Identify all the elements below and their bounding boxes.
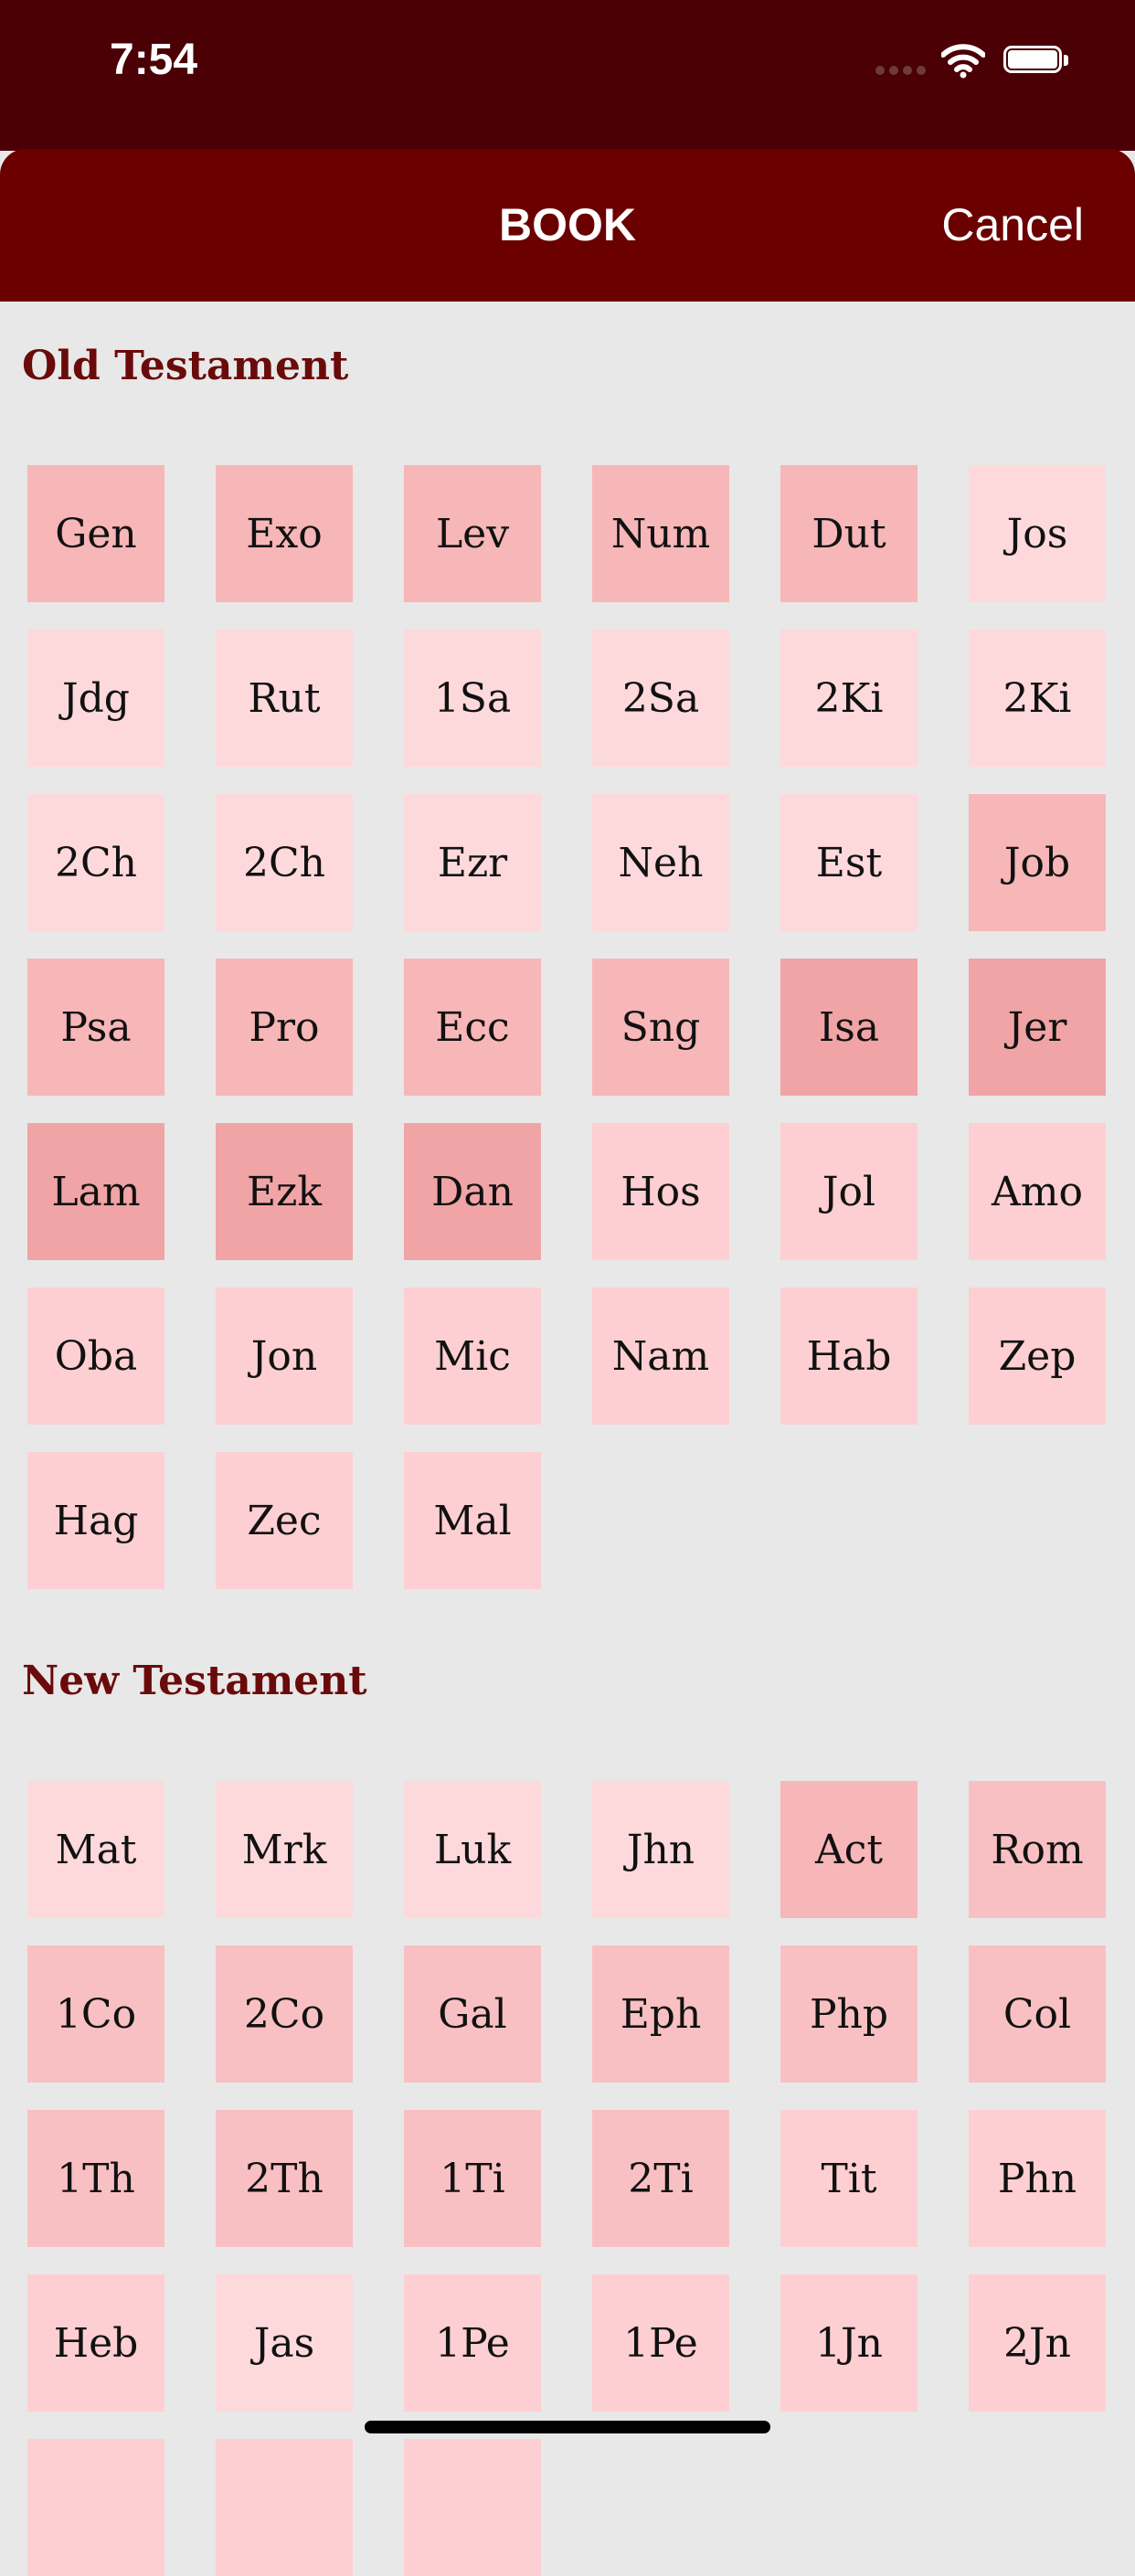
book-button[interactable]: Jon	[216, 1288, 353, 1425]
book-button[interactable]: Jos	[969, 465, 1106, 602]
book-button[interactable]: Jhn	[592, 1781, 729, 1918]
book-button[interactable]: Act	[780, 1781, 918, 1918]
cancel-button[interactable]: Cancel	[941, 149, 1084, 302]
book-button[interactable]: Gal	[404, 1945, 541, 2083]
book-button[interactable]: Phn	[969, 2110, 1106, 2247]
book-button[interactable]: Heb	[27, 2274, 164, 2412]
book-button[interactable]: Hag	[27, 1452, 164, 1589]
book-button[interactable]: Num	[592, 465, 729, 602]
book-button[interactable]: Ezr	[404, 794, 541, 931]
old-testament-grid: Gen Exo Lev Num Dut Jos Jdg Rut 1Sa 2Sa 2Ki 2Ki 2Ch 2…	[27, 465, 1108, 1589]
book-button[interactable]: 1Ti	[404, 2110, 541, 2247]
home-indicator[interactable]	[365, 2421, 770, 2433]
status-time: 7:54	[110, 36, 198, 84]
book-button[interactable]: 2Co	[216, 1945, 353, 2083]
book-button[interactable]: Php	[780, 1945, 918, 2083]
new-testament-heading: New Testament	[22, 1658, 367, 1704]
book-button[interactable]: Tit	[780, 2110, 918, 2247]
book-button[interactable]: Jer	[969, 959, 1106, 1096]
book-button[interactable]: 2Th	[216, 2110, 353, 2247]
book-button[interactable]: Dan	[404, 1123, 541, 1260]
book-button[interactable]: 2Ti	[592, 2110, 729, 2247]
book-button[interactable]: 2Ki	[969, 630, 1106, 767]
book-button[interactable]: Rom	[969, 1781, 1106, 1918]
book-button[interactable]: Mat	[27, 1781, 164, 1918]
book-button[interactable]: Mrk	[216, 1781, 353, 1918]
book-button[interactable]: Mal	[404, 1452, 541, 1589]
wifi-icon	[941, 44, 985, 79]
book-button[interactable]: Zec	[216, 1452, 353, 1589]
book-button[interactable]: 1Jn	[780, 2274, 918, 2412]
book-button[interactable]: Hos	[592, 1123, 729, 1260]
book-button[interactable]: Lev	[404, 465, 541, 602]
book-button[interactable]: Jas	[216, 2274, 353, 2412]
book-button[interactable]: Lam	[27, 1123, 164, 1260]
book-button[interactable]	[27, 2439, 164, 2576]
book-button[interactable]	[216, 2439, 353, 2576]
book-button[interactable]: Psa	[27, 959, 164, 1096]
book-button[interactable]: 2Jn	[969, 2274, 1106, 2412]
book-button[interactable]: Gen	[27, 465, 164, 602]
book-button[interactable]: Amo	[969, 1123, 1106, 1260]
new-testament-grid: Mat Mrk Luk Jhn Act Rom 1Co 2Co Gal Eph Php Col 1Th 2…	[27, 1781, 1108, 2576]
book-button[interactable]: 2Ch	[216, 794, 353, 931]
book-button[interactable]: Sng	[592, 959, 729, 1096]
book-button[interactable]: Job	[969, 794, 1106, 931]
cellular-signal-icon	[875, 66, 927, 77]
book-button[interactable]: 1Pe	[592, 2274, 729, 2412]
book-button[interactable]: Jol	[780, 1123, 918, 1260]
battery-icon	[1003, 46, 1069, 77]
book-button[interactable]: Ecc	[404, 959, 541, 1096]
book-button[interactable]: Mic	[404, 1288, 541, 1425]
book-button[interactable]: Luk	[404, 1781, 541, 1918]
book-button[interactable]: Exo	[216, 465, 353, 602]
book-button[interactable]: 1Th	[27, 2110, 164, 2247]
status-bar: 7:54	[0, 0, 1135, 151]
book-button[interactable]: Eph	[592, 1945, 729, 2083]
book-button[interactable]: Rut	[216, 630, 353, 767]
header-bar: BOOK Cancel	[0, 149, 1135, 302]
old-testament-heading: Old Testament	[22, 343, 349, 389]
book-button[interactable]: Oba	[27, 1288, 164, 1425]
book-button[interactable]: Nam	[592, 1288, 729, 1425]
book-button[interactable]: Neh	[592, 794, 729, 931]
book-button[interactable]: 2Ch	[27, 794, 164, 931]
book-button[interactable]: 1Co	[27, 1945, 164, 2083]
book-button[interactable]: Ezk	[216, 1123, 353, 1260]
book-button[interactable]: Jdg	[27, 630, 164, 767]
book-button[interactable]: 1Pe	[404, 2274, 541, 2412]
book-button[interactable]: Dut	[780, 465, 918, 602]
book-button[interactable]: Est	[780, 794, 918, 931]
book-button[interactable]: 2Ki	[780, 630, 918, 767]
book-button[interactable]: 1Sa	[404, 630, 541, 767]
book-button[interactable]: Pro	[216, 959, 353, 1096]
book-button[interactable]: Col	[969, 1945, 1106, 2083]
book-button[interactable]: Hab	[780, 1288, 918, 1425]
book-button[interactable]	[404, 2439, 541, 2576]
book-button[interactable]: 2Sa	[592, 630, 729, 767]
book-button[interactable]: Zep	[969, 1288, 1106, 1425]
book-button[interactable]: Isa	[780, 959, 918, 1096]
